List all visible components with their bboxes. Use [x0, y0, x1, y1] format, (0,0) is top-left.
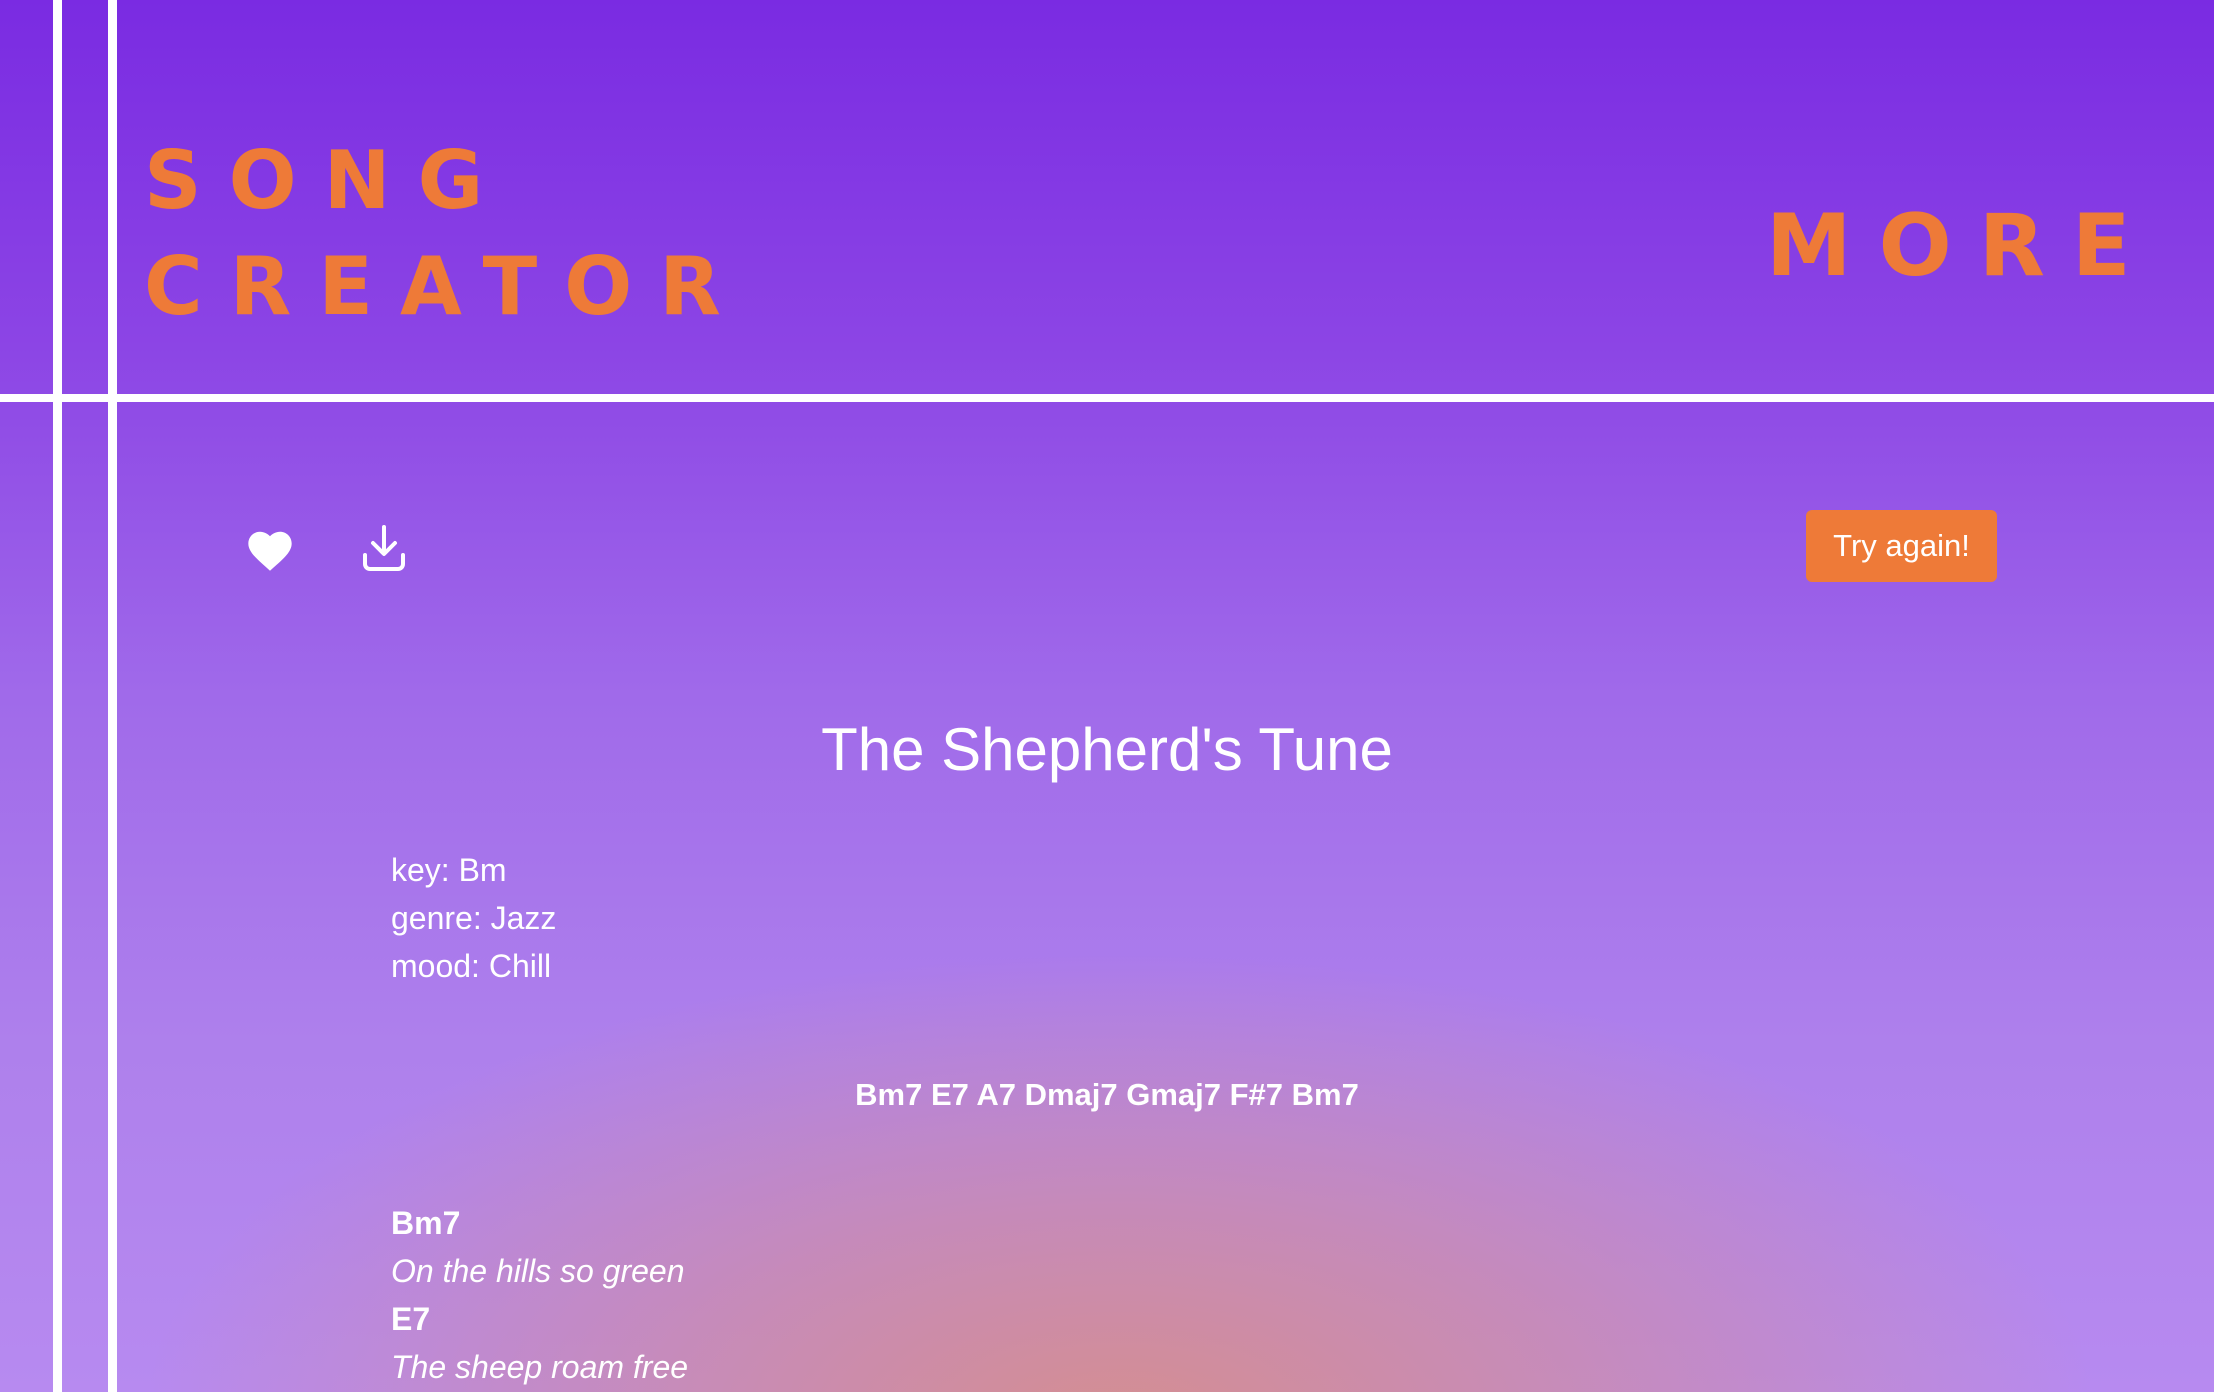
song-genre: genre: Jazz [391, 900, 557, 936]
brand-line-2: CREATOR [144, 240, 748, 333]
download-icon [363, 525, 405, 571]
favorite-button[interactable] [240, 518, 300, 578]
song-lines: Bm7 On the hills so green E7 The sheep r… [391, 1199, 688, 1391]
heart-icon [248, 531, 292, 571]
song-title: The Shepherd's Tune [821, 716, 1393, 783]
brand-logo[interactable]: SONG CREATOR [144, 128, 748, 340]
decorative-vertical-line-1 [53, 0, 62, 1392]
line-chord: Bm7 [391, 1205, 461, 1241]
download-button[interactable] [354, 518, 414, 578]
song-mood: mood: Chill [391, 948, 552, 984]
more-nav-link[interactable]: MORE [1766, 196, 2158, 296]
line-chord: E7 [391, 1301, 431, 1337]
header-divider [0, 394, 2214, 402]
chord-progression: Bm7 E7 A7 Dmaj7 Gmaj7 F#7 Bm7 [855, 1077, 1359, 1112]
song-key: key: Bm [391, 852, 507, 888]
decorative-vertical-line-2 [108, 0, 117, 1392]
song-meta: key: Bm genre: Jazz mood: Chill [391, 846, 556, 990]
brand-line-1: SONG [144, 134, 511, 227]
line-lyric: The sheep roam free [391, 1349, 689, 1385]
try-again-button[interactable]: Try again! [1806, 510, 1997, 582]
line-lyric: On the hills so green [391, 1253, 685, 1289]
